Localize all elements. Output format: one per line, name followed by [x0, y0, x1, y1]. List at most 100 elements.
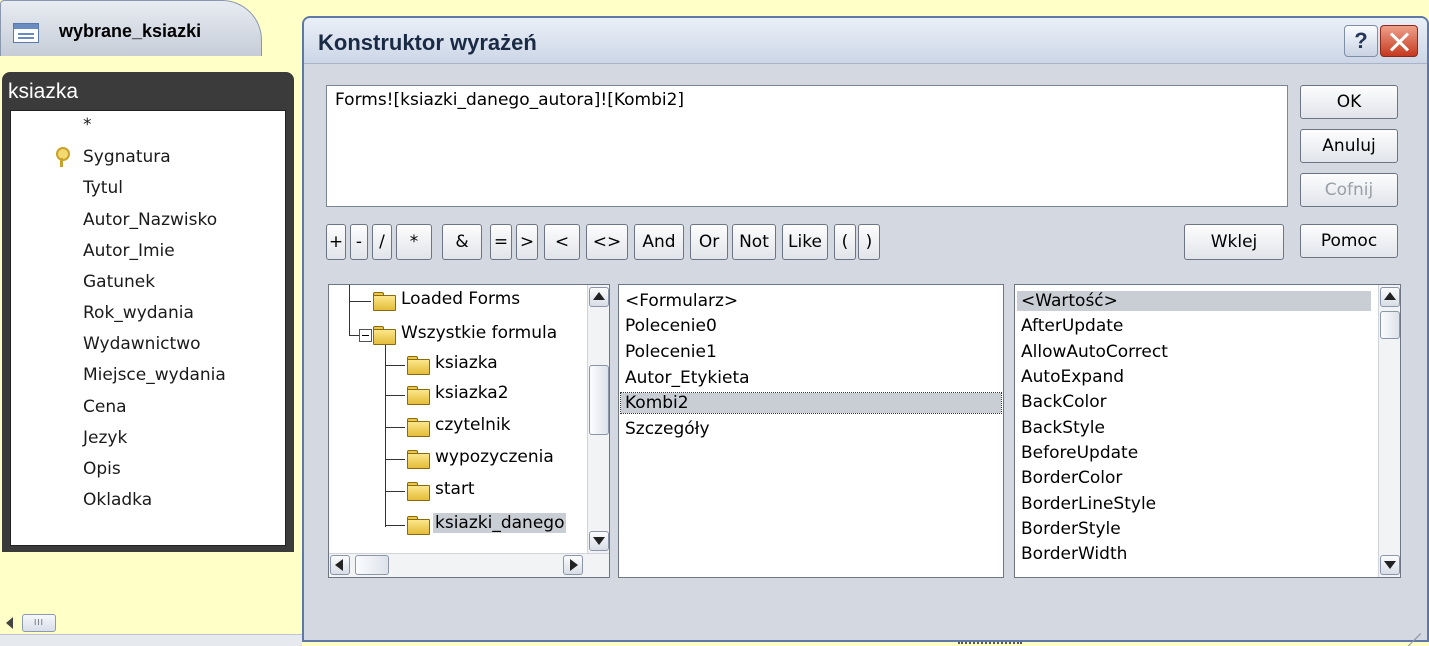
tree-item-form[interactable]: start — [435, 479, 475, 499]
operator-and-button[interactable]: And — [634, 224, 684, 260]
tree-vertical-scrollbar[interactable] — [587, 285, 609, 555]
expression-input[interactable]: Forms![ksiazki_danego_autora]![Kombi2] — [326, 85, 1288, 207]
list-item[interactable]: Polecenie0 — [625, 316, 717, 336]
query-tab-label: wybrane_ksiazki — [59, 21, 202, 41]
resize-grip-icon[interactable] — [1403, 616, 1421, 634]
tree-item-form[interactable]: wypozyczenia — [435, 447, 554, 467]
scroll-thumb[interactable]: III — [22, 614, 56, 632]
scroll-up-icon[interactable] — [589, 287, 609, 307]
folder-icon — [407, 482, 430, 501]
field-row-sygnatura[interactable]: Sygnatura — [11, 147, 285, 169]
field-item[interactable]: Autor_Imie — [83, 241, 175, 261]
properties-vertical-scrollbar[interactable] — [1378, 285, 1400, 577]
list-item[interactable]: BorderStyle — [1021, 519, 1121, 539]
operator-close-paren-button[interactable]: ) — [858, 224, 880, 260]
designer-horizontal-scrollbar[interactable]: III — [0, 612, 298, 634]
list-item[interactable]: BorderLineStyle — [1021, 494, 1156, 514]
field-item[interactable]: Tytul — [83, 178, 123, 198]
dialog-title: Konstruktor wyrażeń — [318, 30, 537, 55]
operator-multiply-button[interactable]: * — [396, 224, 432, 260]
field-item: Sygnatura — [83, 147, 171, 167]
scroll-down-icon[interactable] — [1380, 555, 1400, 575]
field-item[interactable]: Okladka — [83, 490, 152, 510]
designer-divider — [0, 634, 302, 646]
open-folder-icon — [407, 516, 430, 535]
tree-item-form[interactable]: ksiazka2 — [435, 383, 509, 403]
object-tree[interactable]: Loaded Forms Wszystkie formula ksiazka k… — [328, 284, 610, 578]
list-item[interactable]: Polecenie1 — [625, 342, 717, 362]
tree-item-all-forms[interactable]: Wszystkie formula — [401, 323, 557, 343]
tree-item-loaded-forms[interactable]: Loaded Forms — [401, 289, 520, 309]
cancel-button[interactable]: Anuluj — [1300, 129, 1398, 163]
field-item[interactable]: Jezyk — [83, 428, 127, 448]
field-item[interactable]: * — [83, 115, 92, 135]
field-item[interactable]: Rok_wydania — [83, 303, 194, 323]
folder-icon — [407, 386, 430, 405]
scroll-thumb[interactable] — [1380, 311, 1400, 339]
tree-item-form[interactable]: czytelnik — [435, 415, 511, 435]
list-item[interactable]: BorderColor — [1021, 468, 1122, 488]
scroll-thumb[interactable] — [589, 365, 609, 435]
help-icon[interactable]: ? — [1344, 25, 1378, 57]
list-item-focused[interactable]: Kombi2 — [620, 392, 1002, 414]
scroll-left-icon[interactable] — [6, 617, 13, 629]
list-item[interactable]: Autor_Etykieta — [625, 368, 750, 388]
field-item[interactable]: Opis — [83, 459, 121, 479]
tree-line — [385, 365, 405, 366]
list-item[interactable]: BackStyle — [1021, 418, 1105, 438]
paste-button[interactable]: Wklej — [1184, 224, 1284, 260]
scroll-right-icon[interactable] — [563, 555, 583, 575]
tree-item-form[interactable]: ksiazka — [435, 353, 498, 373]
operator-equals-button[interactable]: = — [490, 224, 512, 260]
tree-horizontal-scrollbar[interactable] — [329, 553, 609, 577]
list-item[interactable]: BeforeUpdate — [1021, 443, 1138, 463]
folder-icon — [373, 326, 396, 345]
list-item[interactable]: BorderWidth — [1021, 544, 1127, 564]
operator-or-button[interactable]: Or — [690, 224, 728, 260]
operator-not-equal-button[interactable]: <> — [586, 224, 628, 260]
table-title: ksiazka — [8, 80, 79, 103]
operator-like-button[interactable]: Like — [782, 224, 828, 260]
field-item[interactable]: Wydawnictwo — [83, 334, 201, 354]
operator-divide-button[interactable]: / — [372, 224, 392, 260]
table-field-list[interactable]: ksiazka * Sygnatura Tytul Autor_Nazwisko… — [2, 72, 294, 552]
folder-icon — [407, 356, 430, 375]
scroll-up-icon[interactable] — [1380, 287, 1400, 307]
operator-open-paren-button[interactable]: ( — [834, 224, 856, 260]
field-item[interactable]: Gatunek — [83, 272, 155, 292]
field-item[interactable]: Autor_Nazwisko — [83, 210, 217, 230]
help-button[interactable]: Pomoc — [1300, 224, 1398, 258]
list-item[interactable]: AfterUpdate — [1021, 316, 1123, 336]
list-item[interactable]: AllowAutoCorrect — [1021, 342, 1168, 362]
scroll-thumb[interactable] — [355, 555, 389, 575]
ok-button[interactable]: OK — [1300, 85, 1398, 119]
scroll-left-icon[interactable] — [330, 555, 350, 575]
splitter-handle[interactable] — [958, 642, 1022, 646]
tree-line — [349, 285, 350, 335]
field-list[interactable]: * Sygnatura Tytul Autor_Nazwisko Autor_I… — [10, 110, 286, 546]
folder-icon — [407, 450, 430, 469]
list-item[interactable]: <Formularz> — [625, 291, 738, 311]
close-icon[interactable] — [1380, 25, 1418, 57]
list-item-selected[interactable]: <Wartość> — [1017, 291, 1371, 311]
operator-minus-button[interactable]: - — [350, 224, 368, 260]
field-item[interactable]: Miejsce_wydania — [83, 365, 226, 385]
list-item[interactable]: BackColor — [1021, 392, 1107, 412]
operator-less-button[interactable]: < — [544, 224, 580, 260]
operator-greater-button[interactable]: > — [516, 224, 538, 260]
collapse-icon[interactable] — [359, 329, 372, 342]
undo-button[interactable]: Cofnij — [1300, 173, 1398, 207]
folder-icon — [407, 418, 430, 437]
field-item[interactable]: Cena — [83, 397, 127, 417]
query-tab[interactable]: wybrane_ksiazki — [0, 0, 262, 56]
list-item[interactable]: Szczegóły — [625, 419, 710, 439]
operator-concat-button[interactable]: & — [442, 224, 482, 260]
scroll-down-icon[interactable] — [589, 531, 609, 551]
operator-not-button[interactable]: Not — [732, 224, 776, 260]
list-item[interactable]: AutoExpand — [1021, 367, 1124, 387]
properties-list[interactable]: <Wartość> AfterUpdate AllowAutoCorrect A… — [1014, 284, 1401, 578]
operator-plus-button[interactable]: + — [326, 224, 346, 260]
controls-list[interactable]: <Formularz> Polecenie0 Polecenie1 Autor_… — [618, 284, 1004, 578]
tree-item-form-selected[interactable]: ksiazki_danego — [433, 513, 567, 533]
dialog-titlebar[interactable]: Konstruktor wyrażeń ? — [304, 18, 1427, 64]
